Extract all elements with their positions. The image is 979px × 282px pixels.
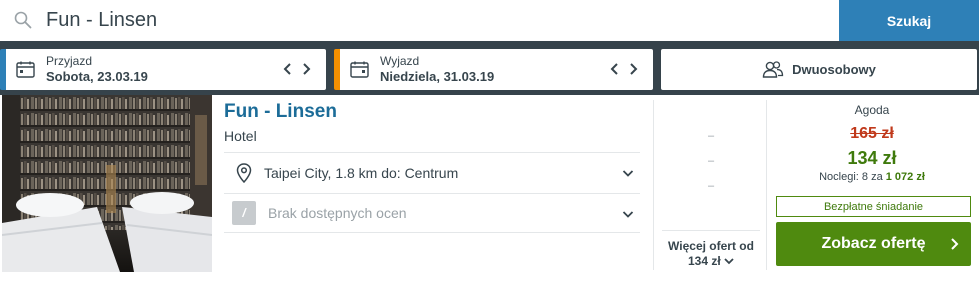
- alternative-offers: – – – Więcej ofert od 134 zł: [653, 100, 767, 270]
- calendar-icon: [16, 61, 35, 78]
- more-offers-line2: 134 zł: [687, 254, 721, 268]
- checkin-label: Przyjazd: [46, 54, 93, 68]
- room-label: Dwuosobowy: [792, 62, 876, 77]
- checkin-value: Sobota, 23.03.19: [46, 69, 148, 84]
- room-selector[interactable]: Dwuosobowy: [661, 49, 977, 90]
- current-price: 134 zł: [847, 148, 897, 168]
- nights-total-price: 1 072 zł: [885, 171, 925, 183]
- chevron-down-icon[interactable]: [622, 208, 634, 220]
- best-offer: Agoda 165 zł 134 zł Noclegi: 8 za 1 072 …: [767, 95, 977, 272]
- provider-name: Agoda: [854, 103, 890, 117]
- hotel-name-link[interactable]: Fun - Linsen: [224, 101, 337, 123]
- rating-row[interactable]: / Brak dostępnych ocen: [224, 193, 640, 233]
- more-offers-line1: Więcej ofert od: [668, 239, 754, 253]
- prev-next-arrows-icon[interactable]: [609, 60, 639, 78]
- hotel-card: Fun - Linsen Hotel Taipei City, 1.8 km d…: [0, 95, 979, 282]
- placeholder-dash: –: [708, 180, 715, 192]
- checkout-value: Niedziela, 31.03.19: [380, 69, 495, 84]
- search-input[interactable]: [46, 0, 826, 41]
- location-text: Taipei City, 1.8 km do: Centrum: [264, 164, 459, 181]
- view-deal-button[interactable]: Zobacz ofertę: [776, 222, 971, 266]
- prev-next-arrows-icon[interactable]: [282, 60, 312, 78]
- search-bar: Szukaj: [0, 0, 979, 41]
- old-price: 165 zł: [850, 125, 894, 142]
- checkout-label: Wyjazd: [380, 54, 420, 68]
- view-deal-label: Zobacz ofertę: [821, 235, 926, 252]
- date-bar: Przyjazd Sobota, 23.03.19 Wyjazd Niedzie…: [0, 41, 979, 95]
- more-offers-link[interactable]: Więcej ofert od 134 zł: [662, 230, 760, 269]
- chevron-down-icon[interactable]: [622, 167, 634, 179]
- checkout-date-picker[interactable]: Wyjazd Niedziela, 31.03.19: [334, 49, 653, 90]
- rating-text: Brak dostępnych ocen: [268, 205, 407, 221]
- chevron-right-icon: [951, 238, 959, 250]
- search-button[interactable]: Szukaj: [839, 0, 979, 41]
- chevron-down-icon: [724, 258, 734, 265]
- search-icon: [14, 11, 32, 29]
- location-pin-icon: [236, 162, 252, 183]
- nights-prefix: Noclegi: 8 za: [819, 171, 883, 183]
- nights-total: Noclegi: 8 za 1 072 zł: [767, 171, 977, 183]
- placeholder-dash: –: [708, 130, 715, 142]
- location-row[interactable]: Taipei City, 1.8 km do: Centrum: [224, 152, 640, 192]
- free-breakfast-badge: Bezpłatne śniadanie: [776, 196, 971, 217]
- calendar-icon: [350, 61, 369, 78]
- placeholder-dash: –: [708, 155, 715, 167]
- rating-badge: /: [232, 201, 256, 225]
- guests-icon: [762, 60, 784, 78]
- checkin-date-picker[interactable]: Przyjazd Sobota, 23.03.19: [0, 49, 326, 90]
- hotel-type: Hotel: [224, 128, 257, 144]
- hotel-image[interactable]: [2, 95, 212, 272]
